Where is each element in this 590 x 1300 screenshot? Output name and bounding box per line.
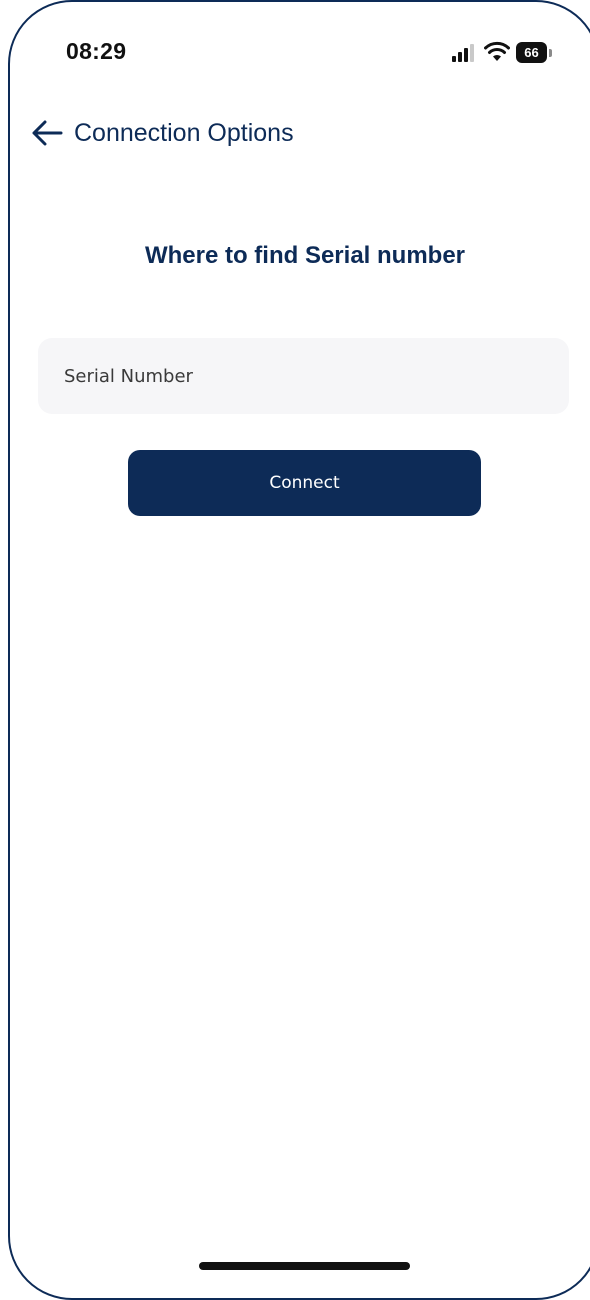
home-indicator	[199, 1262, 410, 1270]
arrow-left-icon[interactable]	[30, 118, 64, 148]
page-title: Connection Options	[74, 118, 294, 147]
status-bar: 08:29 66	[0, 0, 590, 100]
connect-button[interactable]: Connect	[128, 450, 481, 516]
battery-cap	[549, 48, 552, 57]
nav-header: Connection Options	[30, 112, 294, 154]
device-frame	[8, 0, 590, 1300]
section-title[interactable]: Where to find Serial number	[0, 242, 590, 270]
wifi-icon	[484, 41, 510, 61]
serial-number-input[interactable]	[38, 338, 569, 414]
battery-icon: 66	[516, 42, 552, 63]
signal-icon	[452, 44, 474, 62]
status-time: 08:29	[66, 38, 127, 64]
battery-level: 66	[516, 42, 547, 63]
